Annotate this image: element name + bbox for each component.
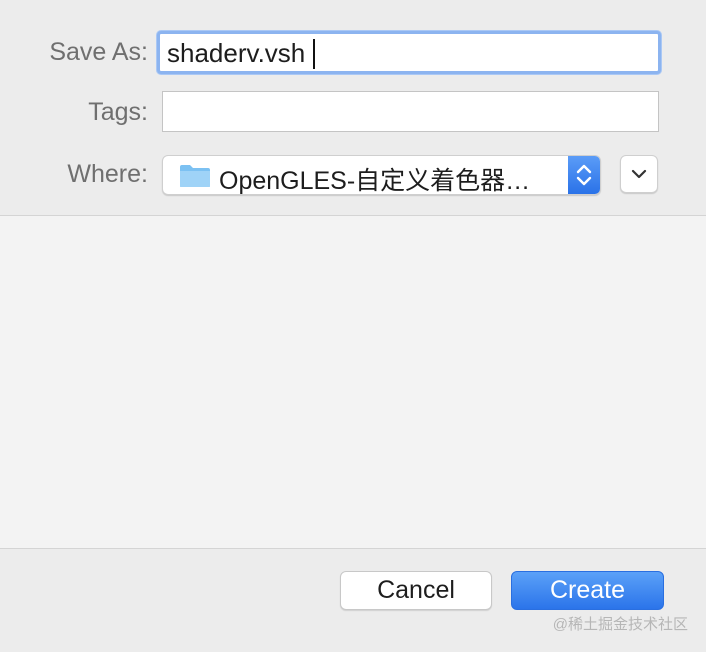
tags-input[interactable] (171, 96, 641, 126)
where-location-text: OpenGLES-自定义着色器… (219, 167, 531, 195)
where-location-popup[interactable]: OpenGLES-自定义着色器… (162, 155, 601, 195)
folder-icon (180, 165, 210, 187)
watermark-text: @稀土掘金技术社区 (552, 616, 688, 633)
create-button[interactable]: Create (511, 571, 664, 610)
chevron-down-icon (631, 169, 647, 179)
where-label: Where: (67, 160, 148, 188)
save-as-field[interactable] (157, 31, 661, 74)
file-browser-area (0, 216, 706, 548)
tags-label: Tags: (88, 98, 148, 126)
tags-field[interactable] (162, 91, 659, 132)
save-as-input[interactable] (167, 37, 647, 69)
save-dialog: Save As: Tags: Where: OpenGLES-自定义着色器… C… (0, 0, 706, 652)
save-as-label: Save As: (49, 38, 148, 66)
bottom-divider (0, 548, 706, 549)
text-caret (313, 39, 315, 69)
cancel-button[interactable]: Cancel (340, 571, 492, 610)
up-down-chevron-icon[interactable] (568, 156, 600, 194)
expand-dialog-button[interactable] (620, 155, 658, 193)
